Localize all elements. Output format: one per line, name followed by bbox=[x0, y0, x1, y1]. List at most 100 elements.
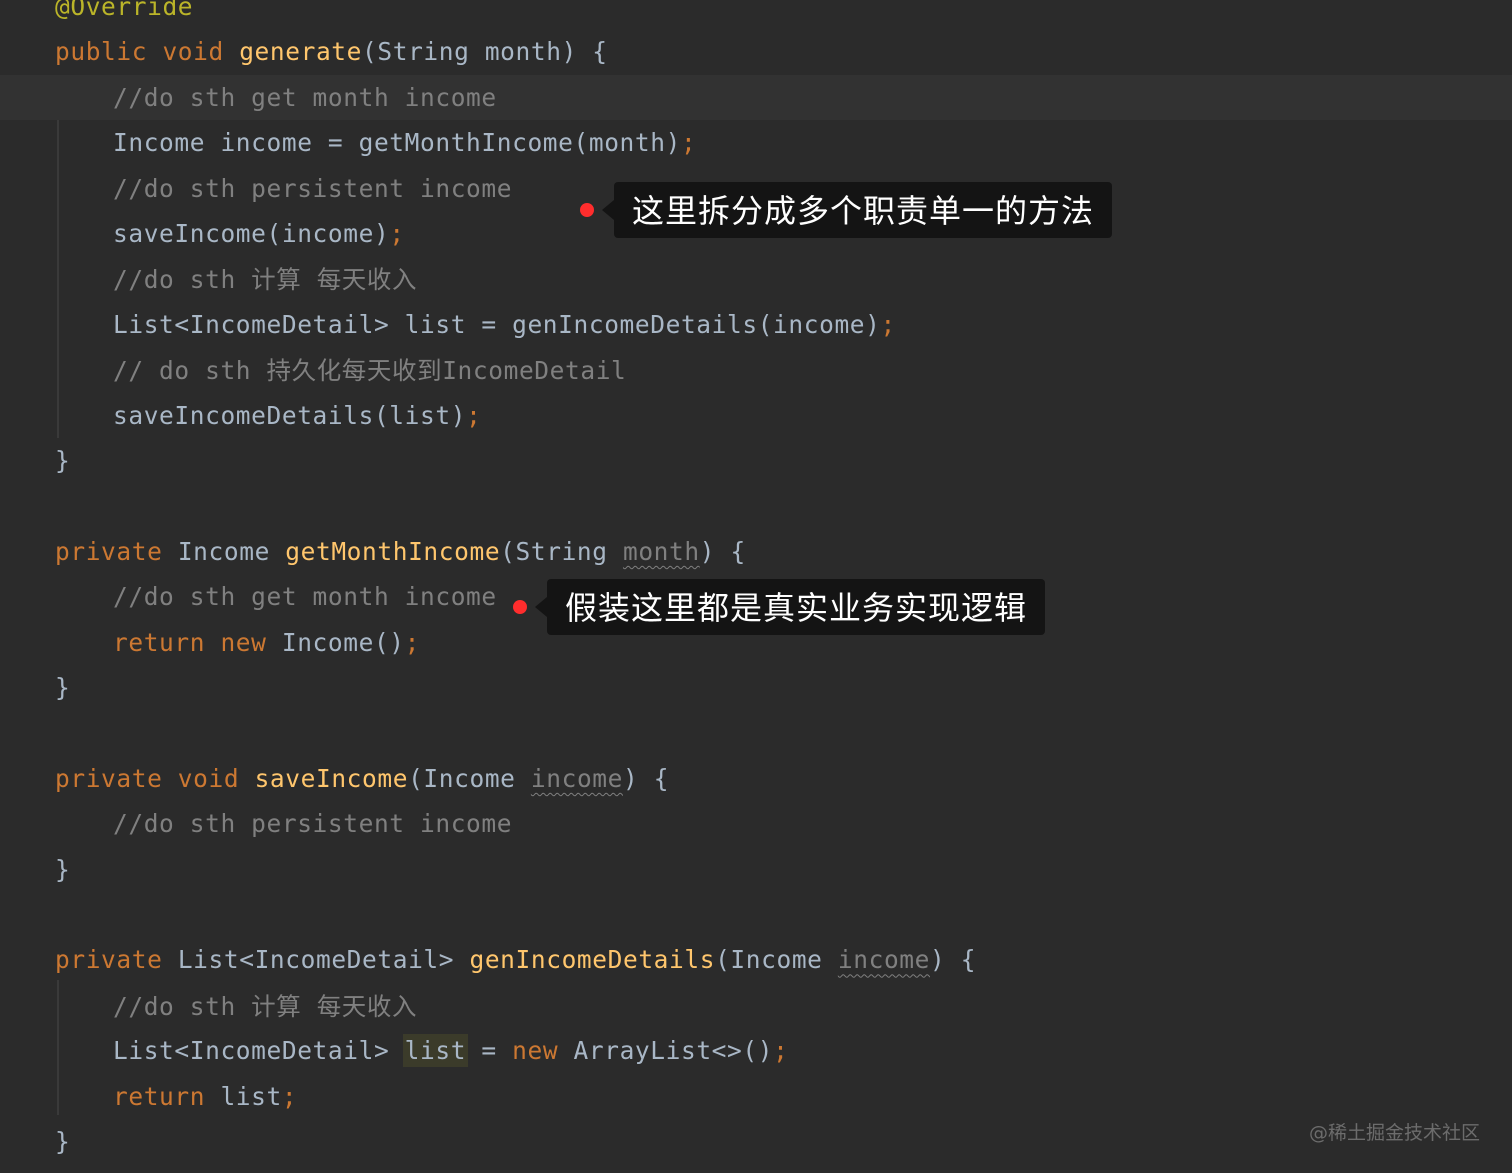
code-line[interactable]: } bbox=[0, 438, 1512, 483]
code-line-content: saveIncome(income); bbox=[113, 219, 405, 248]
code-token: return bbox=[113, 1081, 221, 1111]
code-token: ) { bbox=[623, 763, 670, 793]
code-token: income bbox=[837, 945, 930, 975]
code-token: } bbox=[55, 1127, 71, 1156]
code-token: //do sth 计算 每天收入 bbox=[113, 265, 418, 295]
code-line[interactable]: //do sth 计算 每天收入 bbox=[0, 983, 1512, 1028]
code-line[interactable]: private Income getMonthIncome(String mon… bbox=[0, 529, 1512, 574]
code-line-content: //do sth 计算 每天收入 bbox=[113, 261, 417, 296]
code-line[interactable]: public void generate(String month) { bbox=[0, 29, 1512, 74]
code-line[interactable]: Income income = getMonthIncome(month); bbox=[0, 120, 1512, 165]
code-token: } bbox=[55, 854, 71, 884]
code-token: (Income bbox=[715, 945, 838, 975]
code-line-content: saveIncomeDetails(list); bbox=[113, 401, 481, 430]
code-token: ; bbox=[404, 627, 421, 657]
watermark: @稀土掘金技术社区 bbox=[1308, 1122, 1480, 1144]
code-token: (String month) { bbox=[362, 37, 608, 67]
code-token: List<IncomeDetail> bbox=[113, 1036, 405, 1066]
code-token: @Override bbox=[55, 0, 194, 21]
callout-text: 这里拆分成多个职责单一的方法 bbox=[601, 182, 1113, 238]
callout-single-responsibility: 这里拆分成多个职责单一的方法 bbox=[580, 182, 1113, 238]
code-token: ) { bbox=[699, 536, 746, 566]
code-token: ; bbox=[281, 1081, 298, 1111]
code-token: public void bbox=[55, 37, 240, 67]
code-line-content: List<IncomeDetail> list = new ArrayList<… bbox=[113, 1036, 789, 1066]
callout-business-logic: 假装这里都是真实业务实现逻辑 bbox=[513, 579, 1046, 635]
code-token: // do sth 持久化每天收到IncomeDetail bbox=[113, 356, 627, 386]
code-token: getMonthIncome bbox=[285, 536, 501, 566]
code-token: Income() bbox=[281, 627, 405, 657]
code-line[interactable]: // do sth 持久化每天收到IncomeDetail bbox=[0, 347, 1512, 392]
code-token: private bbox=[55, 536, 178, 566]
callout-text: 假装这里都是真实业务实现逻辑 bbox=[534, 579, 1046, 635]
code-line[interactable]: } bbox=[0, 847, 1512, 892]
code-line[interactable]: private List<IncomeDetail> genIncomeDeta… bbox=[0, 937, 1512, 982]
code-token: } bbox=[55, 673, 71, 702]
code-token: ; bbox=[880, 309, 896, 339]
code-token: saveIncomeDetails(list) bbox=[113, 400, 467, 430]
code-token: //do sth 计算 每天收入 bbox=[113, 991, 418, 1021]
code-token: //do sth get month income bbox=[113, 82, 497, 112]
code-line-content: List<IncomeDetail> list = genIncomeDetai… bbox=[113, 310, 896, 339]
code-token: ; bbox=[466, 400, 482, 430]
code-line-content: private void saveIncome(Income income) { bbox=[55, 764, 669, 793]
code-line-content: } bbox=[55, 855, 70, 884]
code-line-content: return list; bbox=[113, 1082, 297, 1111]
code-line-content: } bbox=[55, 673, 70, 702]
code-line-content: //do sth 计算 每天收入 bbox=[113, 988, 417, 1023]
code-line[interactable] bbox=[0, 483, 1512, 528]
code-token: ArrayList<>() bbox=[573, 1036, 774, 1066]
code-line-content: private Income getMonthIncome(String mon… bbox=[55, 537, 746, 566]
code-line-content: //do sth persistent income bbox=[113, 809, 512, 838]
code-token: Income income = getMonthIncome(month) bbox=[113, 128, 681, 158]
breakpoint-dot-icon bbox=[580, 203, 594, 217]
code-line-content: } bbox=[55, 446, 70, 475]
code-token: //do sth persistent income bbox=[113, 173, 513, 203]
code-token: new bbox=[512, 1036, 574, 1066]
code-line[interactable]: private void saveIncome(Income income) { bbox=[0, 756, 1512, 801]
code-token: List<IncomeDetail> bbox=[177, 945, 470, 975]
code-line[interactable]: //do sth get month income bbox=[0, 74, 1512, 120]
code-token: ) { bbox=[930, 945, 977, 975]
code-line-content: //do sth persistent income bbox=[113, 174, 512, 203]
code-line-content: //do sth get month income bbox=[113, 83, 497, 112]
code-line[interactable]: @Override bbox=[0, 0, 1512, 29]
code-line[interactable]: List<IncomeDetail> list = new ArrayList<… bbox=[0, 1028, 1512, 1073]
code-line[interactable]: return list; bbox=[0, 1074, 1512, 1119]
code-token: ; bbox=[680, 128, 697, 158]
code-line-content: //do sth get month income bbox=[113, 582, 497, 611]
code-line-content: return new Income(); bbox=[113, 628, 420, 657]
code-token: //do sth get month income bbox=[113, 582, 497, 612]
code-token: genIncomeDetails bbox=[469, 945, 716, 975]
code-line-content: public void generate(String month) { bbox=[55, 37, 608, 66]
code-token: income bbox=[530, 763, 623, 793]
code-token: ; bbox=[773, 1036, 789, 1066]
breakpoint-dot-icon bbox=[513, 600, 527, 614]
code-token: List<IncomeDetail> list = genIncomeDetai… bbox=[113, 309, 881, 339]
code-token: private bbox=[55, 945, 178, 975]
code-line[interactable] bbox=[0, 892, 1512, 937]
code-line-content: @Override bbox=[55, 0, 193, 21]
code-token: month bbox=[622, 536, 700, 566]
code-token: } bbox=[55, 446, 71, 475]
code-line[interactable]: //do sth 计算 每天收入 bbox=[0, 256, 1512, 301]
code-token: (Income bbox=[408, 763, 531, 793]
code-line-content: Income income = getMonthIncome(month); bbox=[113, 128, 696, 157]
code-line[interactable] bbox=[0, 710, 1512, 755]
code-token: Income bbox=[177, 536, 286, 566]
code-token: saveIncome bbox=[254, 763, 409, 793]
code-token: return new bbox=[113, 627, 282, 657]
code-token: generate bbox=[239, 37, 363, 67]
code-line-content: } bbox=[55, 1127, 70, 1156]
code-line[interactable]: saveIncomeDetails(list); bbox=[0, 393, 1512, 438]
code-line[interactable]: //do sth persistent income bbox=[0, 801, 1512, 846]
code-line[interactable]: } bbox=[0, 1119, 1512, 1164]
code-token: = bbox=[466, 1036, 513, 1066]
code-line-content: private List<IncomeDetail> genIncomeDeta… bbox=[55, 945, 976, 974]
code-token: list bbox=[220, 1081, 282, 1111]
code-token: (String bbox=[500, 536, 623, 566]
code-line[interactable]: } bbox=[0, 665, 1512, 710]
code-token: saveIncome(income) bbox=[113, 219, 390, 248]
code-line[interactable]: List<IncomeDetail> list = genIncomeDetai… bbox=[0, 302, 1512, 347]
code-line-content: // do sth 持久化每天收到IncomeDetail bbox=[113, 352, 626, 387]
